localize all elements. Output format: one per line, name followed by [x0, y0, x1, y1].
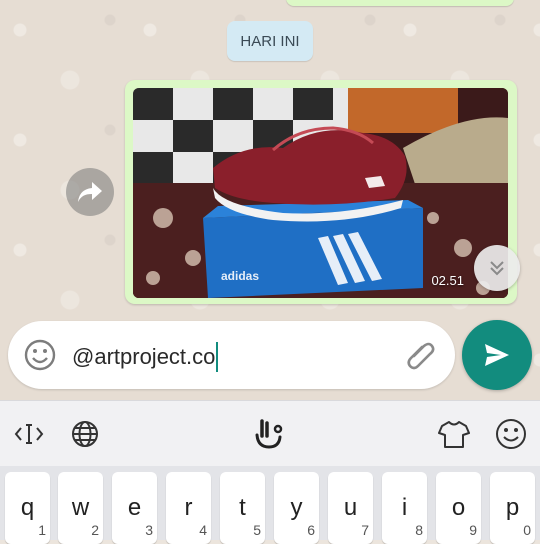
key-label: o — [451, 494, 466, 521]
key-label: t — [239, 494, 246, 521]
shoe-photo[interactable]: adidas 02.51 — [133, 88, 508, 298]
key-hint: 9 — [469, 522, 477, 538]
key-t[interactable]: t5 — [220, 472, 265, 544]
keyboard-keys: q1 w2 e3 r4 t5 y6 u7 i8 o9 p0 — [0, 466, 540, 544]
send-icon — [485, 344, 509, 366]
key-hint: 5 — [253, 522, 261, 538]
forward-icon — [78, 182, 102, 202]
language-button[interactable] — [68, 417, 102, 451]
message-input[interactable]: @artproject.co — [72, 342, 219, 372]
key-hint: 7 — [361, 522, 369, 538]
previous-message-bubble[interactable] — [286, 0, 514, 6]
key-label: i — [401, 494, 408, 521]
send-button[interactable] — [462, 320, 532, 390]
photo-illustration: adidas — [133, 88, 508, 298]
emoji-icon[interactable] — [24, 339, 56, 371]
date-label: HARI INI — [240, 32, 300, 50]
key-label: y — [290, 494, 303, 521]
forward-button[interactable] — [66, 168, 114, 216]
chat-background: HARI INI adidas 02.51 @artproject.co — [0, 0, 540, 400]
hand-icon — [255, 419, 283, 449]
key-label: r — [184, 494, 193, 521]
theme-button[interactable] — [437, 417, 471, 451]
shirt-icon — [438, 421, 470, 448]
key-hint: 4 — [199, 522, 207, 538]
key-label: q — [20, 494, 35, 521]
text-caret — [216, 342, 219, 372]
key-hint: 0 — [523, 522, 531, 538]
scroll-down-button[interactable] — [474, 245, 520, 291]
smiley-icon — [496, 419, 526, 449]
key-hint: 1 — [38, 522, 46, 538]
attach-icon[interactable] — [404, 338, 438, 372]
message-input-value: @artproject.co — [72, 344, 216, 369]
key-hint: 3 — [145, 522, 153, 538]
box-brand-text: adidas — [221, 269, 259, 283]
key-hint: 2 — [91, 522, 99, 538]
globe-icon — [72, 421, 98, 447]
image-message-bubble[interactable]: adidas 02.51 — [125, 80, 517, 304]
chevron-down-icon — [490, 261, 504, 276]
key-i[interactable]: i8 — [382, 472, 427, 544]
key-hint: 8 — [415, 522, 423, 538]
key-o[interactable]: o9 — [436, 472, 481, 544]
emoji-keyboard-button[interactable] — [494, 417, 528, 451]
date-chip: HARI INI — [227, 21, 313, 61]
key-label: u — [343, 494, 358, 521]
key-u[interactable]: u7 — [328, 472, 373, 544]
message-composer[interactable]: @artproject.co — [8, 321, 455, 389]
keyboard-toolbar — [0, 400, 540, 467]
cursor-button[interactable] — [12, 417, 46, 451]
key-y[interactable]: y6 — [274, 472, 319, 544]
key-q[interactable]: q1 — [5, 472, 50, 544]
key-label: p — [505, 494, 520, 521]
cursor-icon — [14, 424, 44, 444]
key-e[interactable]: e3 — [112, 472, 157, 544]
key-r[interactable]: r4 — [166, 472, 211, 544]
swipe-gesture-button[interactable] — [252, 417, 286, 451]
key-w[interactable]: w2 — [58, 472, 103, 544]
key-label: e — [127, 494, 142, 521]
key-label: w — [71, 494, 90, 521]
key-hint: 6 — [307, 522, 315, 538]
message-time: 02.51 — [431, 273, 464, 288]
key-p[interactable]: p0 — [490, 472, 535, 544]
